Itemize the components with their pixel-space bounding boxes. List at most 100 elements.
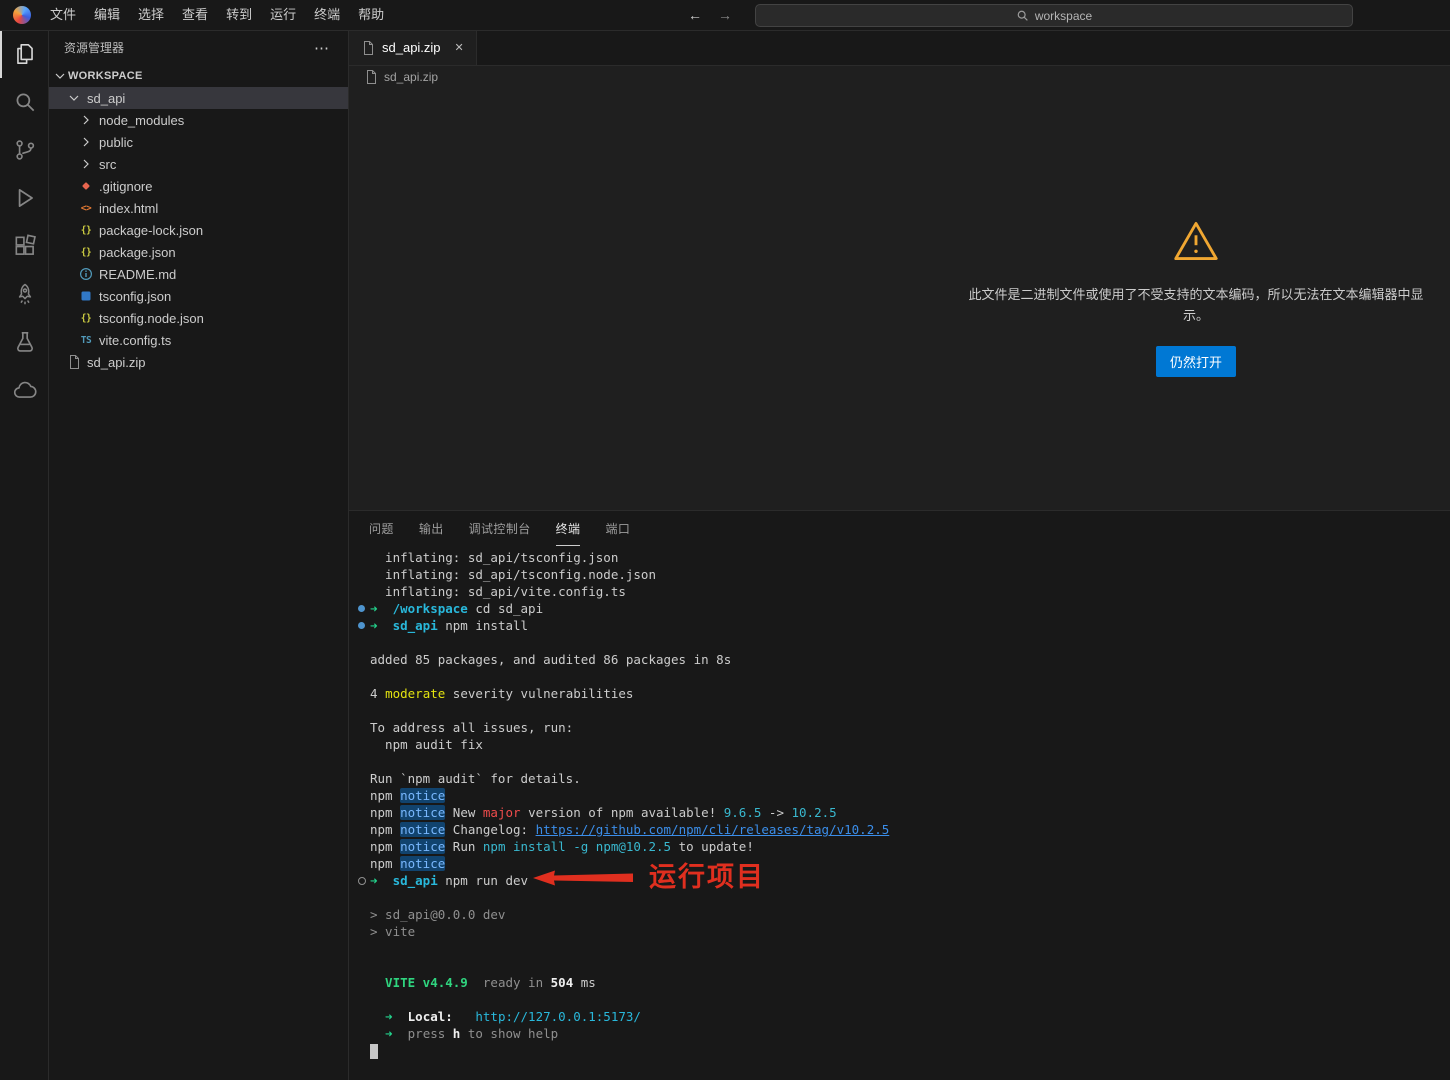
panel-tab-终端[interactable]: 终端	[556, 511, 581, 546]
terminal-line: npm notice Run npm install -g npm@10.2.5…	[370, 838, 1438, 855]
terminal-link[interactable]: https://github.com/npm/cli/releases/tag/…	[536, 822, 890, 837]
menu-帮助[interactable]: 帮助	[349, 0, 393, 30]
panel-tab-问题[interactable]: 问题	[369, 511, 394, 546]
terminal-line: Run `npm audit` for details.	[370, 770, 1438, 787]
terminal-text: version of npm available!	[521, 805, 724, 820]
terminal-text: npm run dev	[438, 873, 528, 888]
activity-run-debug[interactable]	[0, 174, 50, 222]
terminal-text: npm	[370, 788, 400, 803]
tree-item-node-modules[interactable]: node_modules	[48, 109, 348, 131]
tab-sd-api-zip[interactable]: sd_api.zip ✕	[348, 30, 477, 65]
menu-查看[interactable]: 查看	[173, 0, 217, 30]
activity-remote[interactable]	[0, 366, 50, 414]
command-center-search[interactable]: workspace	[755, 4, 1353, 27]
terminal[interactable]: inflating: sd_api/tsconfig.json inflatin…	[370, 549, 1438, 1080]
terminal-line: > sd_api@0.0.0 dev	[370, 906, 1438, 923]
activity-explorer[interactable]	[0, 30, 50, 78]
menu-运行[interactable]: 运行	[261, 0, 305, 30]
open-anyway-button[interactable]: 仍然打开	[1156, 346, 1236, 377]
tree-item-vite-config-ts[interactable]: TSvite.config.ts	[48, 329, 348, 351]
nav-back-icon[interactable]: ←	[688, 7, 702, 23]
panel-tab-端口[interactable]: 端口	[605, 511, 630, 546]
terminal-text	[468, 975, 483, 990]
more-actions-icon[interactable]: ⋯	[314, 39, 330, 57]
tree-item-index-html[interactable]: <>index.html	[48, 197, 348, 219]
menu-编辑[interactable]: 编辑	[85, 0, 129, 30]
terminal-text: > vite	[370, 924, 415, 939]
terminal-text: Local:	[408, 1009, 453, 1024]
tsconfig-icon	[78, 288, 94, 304]
terminal-line: inflating: sd_api/tsconfig.node.json	[370, 566, 1438, 583]
terminal-line: added 85 packages, and audited 86 packag…	[370, 651, 1438, 668]
warning-message: 此文件是二进制文件或使用了不受支持的文本编码，所以无法在文本编辑器中显示。	[966, 284, 1426, 327]
nav-arrows: ← →	[688, 0, 732, 30]
tree-item-package-lock-json[interactable]: {}package-lock.json	[48, 219, 348, 241]
terminal-text: added 85 packages, and audited 86 packag…	[370, 652, 731, 667]
workspace-section-header[interactable]: WORKSPACE	[48, 65, 348, 87]
tree-item-package-json[interactable]: {}package.json	[48, 241, 348, 263]
terminal-text: /workspace	[393, 601, 468, 616]
terminal-cursor	[370, 1044, 378, 1059]
menu-转到[interactable]: 转到	[217, 0, 261, 30]
tree-item-tsconfig-json[interactable]: tsconfig.json	[48, 285, 348, 307]
command-decoration-running[interactable]	[358, 877, 366, 885]
tree-item-label: package-lock.json	[99, 223, 203, 238]
tree-item-public[interactable]: public	[48, 131, 348, 153]
command-decoration-success[interactable]	[358, 605, 365, 612]
tree-item-label: sd_api.zip	[87, 355, 146, 370]
panel-tab-调试控制台[interactable]: 调试控制台	[469, 511, 531, 546]
terminal-text: notice	[400, 822, 445, 837]
terminal-text: npm install -g npm@10.2.5	[483, 839, 671, 854]
terminal-line: npm notice	[370, 855, 1438, 872]
tree-item-readme-md[interactable]: README.md	[48, 263, 348, 285]
activity-source-control[interactable]	[0, 126, 50, 174]
terminal-text: New	[445, 805, 483, 820]
chevron-right-icon	[78, 156, 94, 172]
terminal-line: To address all issues, run:	[370, 719, 1438, 736]
sidebar-title: 资源管理器	[64, 39, 124, 56]
tree-item-sd-api[interactable]: sd_api	[48, 87, 348, 109]
menu-文件[interactable]: 文件	[41, 0, 85, 30]
activity-extensions[interactable]	[0, 222, 50, 270]
nav-forward-icon[interactable]: →	[718, 7, 732, 23]
activity-testing[interactable]	[0, 318, 50, 366]
terminal-text: ➜	[370, 873, 393, 888]
terminal-text	[445, 856, 453, 871]
run-debug-icon	[12, 185, 38, 211]
terminal-text: Run	[445, 839, 483, 854]
chevron-right-icon	[78, 112, 94, 128]
terminal-line: npm notice	[370, 787, 1438, 804]
search-icon	[1016, 9, 1029, 22]
tree-item-tsconfig-node-json[interactable]: {}tsconfig.node.json	[48, 307, 348, 329]
terminal-link[interactable]: http://127.0.0.1:5173/	[475, 1009, 641, 1024]
editor-tab-bar: sd_api.zip ✕	[348, 30, 1450, 66]
terminal-text: cd sd_api	[468, 601, 543, 616]
terminal-text: notice	[400, 839, 445, 854]
ts-icon: TS	[78, 332, 94, 348]
tree-item--gitignore[interactable]: .gitignore	[48, 175, 348, 197]
activity-search[interactable]	[0, 78, 50, 126]
terminal-line: ➜ sd_api npm run dev运行项目	[370, 872, 1438, 889]
testing-icon	[12, 329, 38, 355]
terminal-text	[393, 1026, 408, 1041]
activity-rocket[interactable]	[0, 270, 50, 318]
terminal-line: npm audit fix	[370, 736, 1438, 753]
close-icon[interactable]: ✕	[452, 40, 467, 55]
zip-icon	[66, 354, 82, 370]
breadcrumb[interactable]: sd_api.zip	[348, 66, 1450, 88]
menu-选择[interactable]: 选择	[129, 0, 173, 30]
terminal-line	[370, 702, 1438, 719]
tree-item-src[interactable]: src	[48, 153, 348, 175]
terminal-text: notice	[400, 805, 445, 820]
terminal-text: npm	[370, 856, 400, 871]
menu-终端[interactable]: 终端	[305, 0, 349, 30]
panel-tab-输出[interactable]: 输出	[419, 511, 444, 546]
terminal-text: inflating: sd_api/vite.config.ts	[370, 584, 626, 599]
terminal-text: ->	[761, 805, 791, 820]
command-decoration-success[interactable]	[358, 622, 365, 629]
info-icon	[78, 266, 94, 282]
terminal-text: npm	[370, 839, 400, 854]
title-bar: 文件编辑选择查看转到运行终端帮助 ← → workspace	[0, 0, 1450, 31]
zip-file-icon	[360, 40, 376, 56]
tree-item-sd-api-zip[interactable]: sd_api.zip	[48, 351, 348, 373]
